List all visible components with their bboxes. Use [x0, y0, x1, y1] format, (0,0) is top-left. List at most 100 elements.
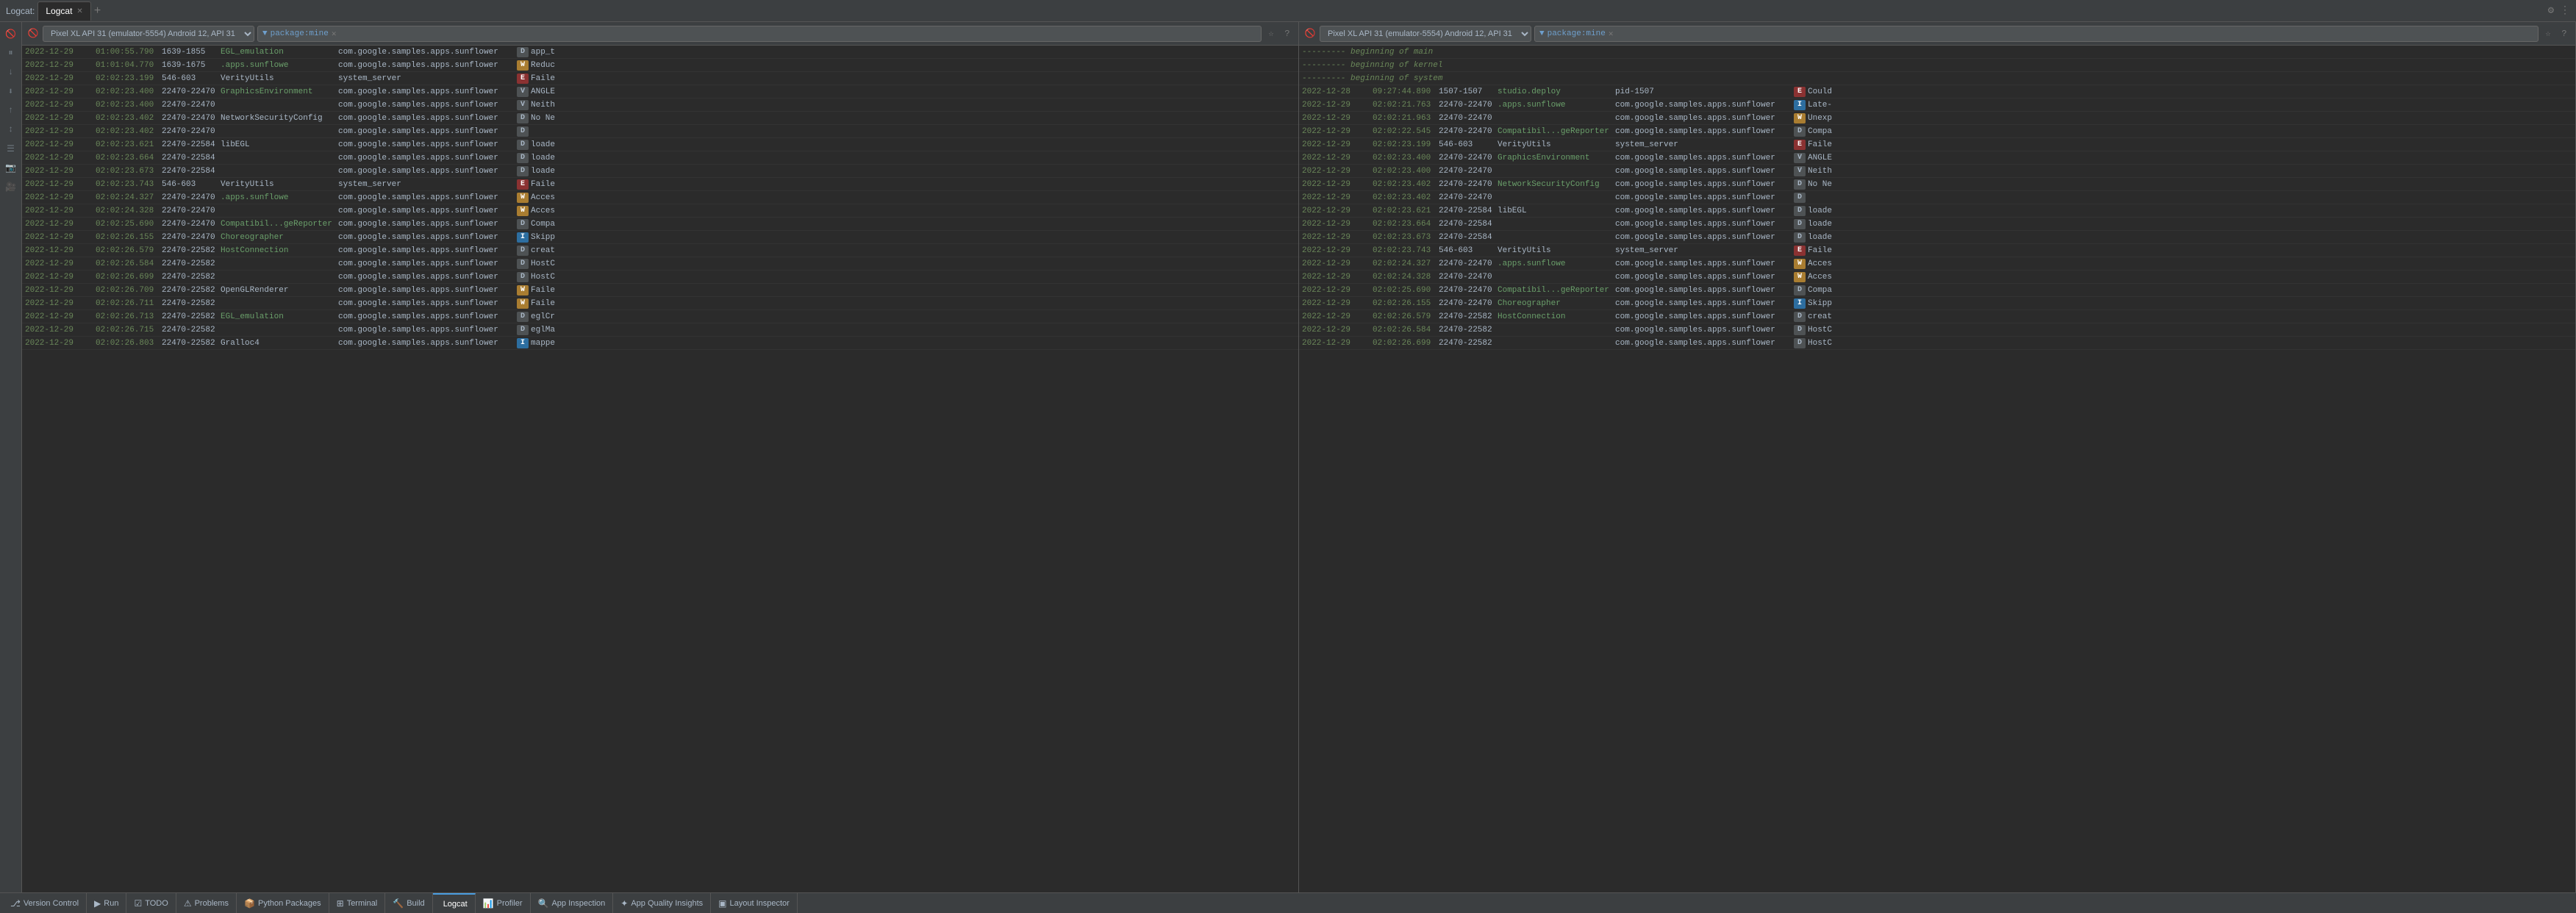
status-item-profiler[interactable]: 📊 Profiler: [476, 893, 531, 913]
log-message: Acces: [531, 193, 555, 202]
log-date: 2022-12-29: [25, 61, 91, 70]
record-icon[interactable]: 🎥: [2, 178, 20, 196]
layout-inspector-label: Layout Inspector: [730, 899, 790, 908]
log-pid: 22470-22582: [162, 286, 221, 295]
log-pid: 1507-1507: [1439, 87, 1498, 96]
log-time: 02:02:25.690: [1373, 286, 1439, 295]
log-level-badge: D: [517, 312, 529, 322]
app-quality-insights-icon: ✦: [620, 898, 628, 909]
log-tag: GraphicsEnvironment: [1498, 154, 1615, 162]
log-tag: HostConnection: [221, 246, 338, 255]
log-date: 2022-12-29: [1302, 101, 1368, 110]
title-bar-icons: ⚙ ⋮: [2548, 4, 2570, 17]
log-pid: 22470-22582: [162, 299, 221, 308]
log-level-badge: I: [517, 338, 529, 348]
status-item-app-quality-insights[interactable]: ✦ App Quality Insights: [613, 893, 711, 913]
log-package: com.google.samples.apps.sunflower: [1615, 326, 1792, 334]
log-date: 2022-12-29: [1302, 127, 1368, 136]
table-row: 2022-12-29 02:02:23.400 22470-22470 com.…: [22, 99, 1298, 112]
log-package: com.google.samples.apps.sunflower: [338, 339, 515, 348]
left-clear-btn[interactable]: 🚫: [26, 27, 40, 40]
filter-icon[interactable]: ☰: [2, 140, 20, 157]
log-date: 2022-12-29: [1302, 299, 1368, 308]
add-tab-button[interactable]: +: [94, 4, 101, 18]
screenshot-icon[interactable]: 📷: [2, 159, 20, 176]
logcat-tab[interactable]: Logcat ✕: [37, 1, 90, 21]
app-inspection-icon: 🔍: [538, 898, 549, 909]
scroll-down-icon[interactable]: ↓: [2, 63, 20, 81]
log-package: com.google.samples.apps.sunflower: [1615, 154, 1792, 162]
log-package: system_server: [1615, 140, 1792, 149]
right-filter-clear[interactable]: ✕: [1609, 29, 1614, 39]
log-date: 2022-12-29: [25, 101, 91, 110]
log-package: system_server: [338, 180, 515, 189]
status-item-app-inspection[interactable]: 🔍 App Inspection: [531, 893, 614, 913]
log-separator: --------- beginning of main: [1299, 46, 2575, 59]
log-package: com.google.samples.apps.sunflower: [338, 61, 515, 70]
log-level-badge: D: [1794, 325, 1806, 335]
table-row: 2022-12-29 02:02:26.584 22470-22582 com.…: [22, 257, 1298, 271]
table-row: 2022-12-29 02:02:26.699 22470-22582 com.…: [22, 271, 1298, 284]
log-message: Compa: [1808, 286, 1832, 295]
status-item-todo[interactable]: ☑ TODO: [126, 893, 176, 913]
status-item-terminal[interactable]: ⊞ Terminal: [329, 893, 386, 913]
table-row: 2022-12-29 02:02:26.579 22470-22582 Host…: [1299, 310, 2575, 323]
table-row: 2022-12-29 02:02:24.328 22470-22470 com.…: [22, 204, 1298, 218]
scroll-up-icon[interactable]: ↑: [2, 101, 20, 119]
log-date: 2022-12-29: [1302, 154, 1368, 162]
log-time: 02:02:26.579: [1373, 312, 1439, 321]
table-row: 2022-12-29 02:02:26.699 22470-22582 com.…: [1299, 337, 2575, 350]
status-item-version-control[interactable]: ⎇ Version Control: [3, 893, 87, 913]
pause-icon[interactable]: ⏸: [2, 44, 20, 62]
left-filter-box[interactable]: ▼ package:mine ✕: [257, 26, 1262, 42]
log-tag: .apps.sunflowe: [221, 193, 338, 202]
left-help-btn[interactable]: ?: [1281, 27, 1294, 40]
left-log-content[interactable]: 2022-12-29 01:00:55.790 1639-1855 EGL_em…: [22, 46, 1298, 892]
right-filter-box[interactable]: ▼ package:mine ✕: [1534, 26, 2539, 42]
log-time: 02:02:23.664: [96, 154, 162, 162]
status-item-run[interactable]: ▶ Run: [87, 893, 126, 913]
log-pid: 22470-22470: [162, 220, 221, 229]
scroll-bottom-icon[interactable]: ⬇: [2, 82, 20, 100]
log-pid: 22470-22582: [162, 246, 221, 255]
log-package: com.google.samples.apps.sunflower: [338, 101, 515, 110]
right-clear-btn[interactable]: 🚫: [1303, 27, 1317, 40]
log-tag: VerityUtils: [221, 74, 338, 83]
status-bar: ⎇ Version Control ▶ Run ☑ TODO ⚠ Problem…: [0, 892, 2576, 913]
left-star-btn[interactable]: ☆: [1264, 27, 1278, 40]
log-package: system_server: [1615, 246, 1792, 255]
settings-icon[interactable]: ⚙: [2548, 4, 2554, 17]
log-package: com.google.samples.apps.sunflower: [1615, 114, 1792, 123]
right-star-btn[interactable]: ☆: [2541, 27, 2555, 40]
status-item-python-packages[interactable]: 📦 Python Packages: [237, 893, 329, 913]
left-device-select[interactable]: Pixel XL API 31 (emulator-5554) Android …: [43, 26, 254, 42]
scroll-icon[interactable]: ↕: [2, 121, 20, 138]
status-item-layout-inspector[interactable]: ▣ Layout Inspector: [711, 893, 798, 913]
right-log-content[interactable]: --------- beginning of main--------- beg…: [1299, 46, 2575, 892]
log-time: 02:02:26.803: [96, 339, 162, 348]
status-item-logcat[interactable]: Logcat: [433, 893, 476, 913]
log-package: com.google.samples.apps.sunflower: [1615, 101, 1792, 110]
logcat-tab-close[interactable]: ✕: [76, 7, 82, 15]
build-icon: 🔨: [393, 898, 404, 909]
left-filter-clear[interactable]: ✕: [332, 29, 337, 39]
table-row: 2022-12-29 02:02:23.402 22470-22470 Netw…: [22, 112, 1298, 125]
vert-dots-icon[interactable]: ⋮: [2560, 4, 2570, 17]
right-device-select[interactable]: Pixel XL API 31 (emulator-5554) Android …: [1320, 26, 1531, 42]
clear-icon[interactable]: 🚫: [2, 25, 20, 43]
log-pid: 22470-22470: [1439, 273, 1498, 282]
status-item-build[interactable]: 🔨 Build: [385, 893, 432, 913]
log-message: creat: [531, 246, 555, 255]
log-time: 09:27:44.890: [1373, 87, 1439, 96]
log-level-badge: W: [517, 193, 529, 203]
status-item-problems[interactable]: ⚠ Problems: [176, 893, 237, 913]
table-row: 2022-12-29 02:02:26.709 22470-22582 Open…: [22, 284, 1298, 297]
log-pid: 22470-22470: [162, 233, 221, 242]
right-help-btn[interactable]: ?: [2558, 27, 2571, 40]
log-level-badge: E: [1794, 87, 1806, 97]
log-time: 02:02:23.743: [96, 180, 162, 189]
left-filter-icon: ▼: [262, 29, 268, 38]
log-time: 02:02:26.699: [96, 273, 162, 282]
log-message: Acces: [1808, 259, 1832, 268]
log-level-badge: W: [1794, 113, 1806, 123]
